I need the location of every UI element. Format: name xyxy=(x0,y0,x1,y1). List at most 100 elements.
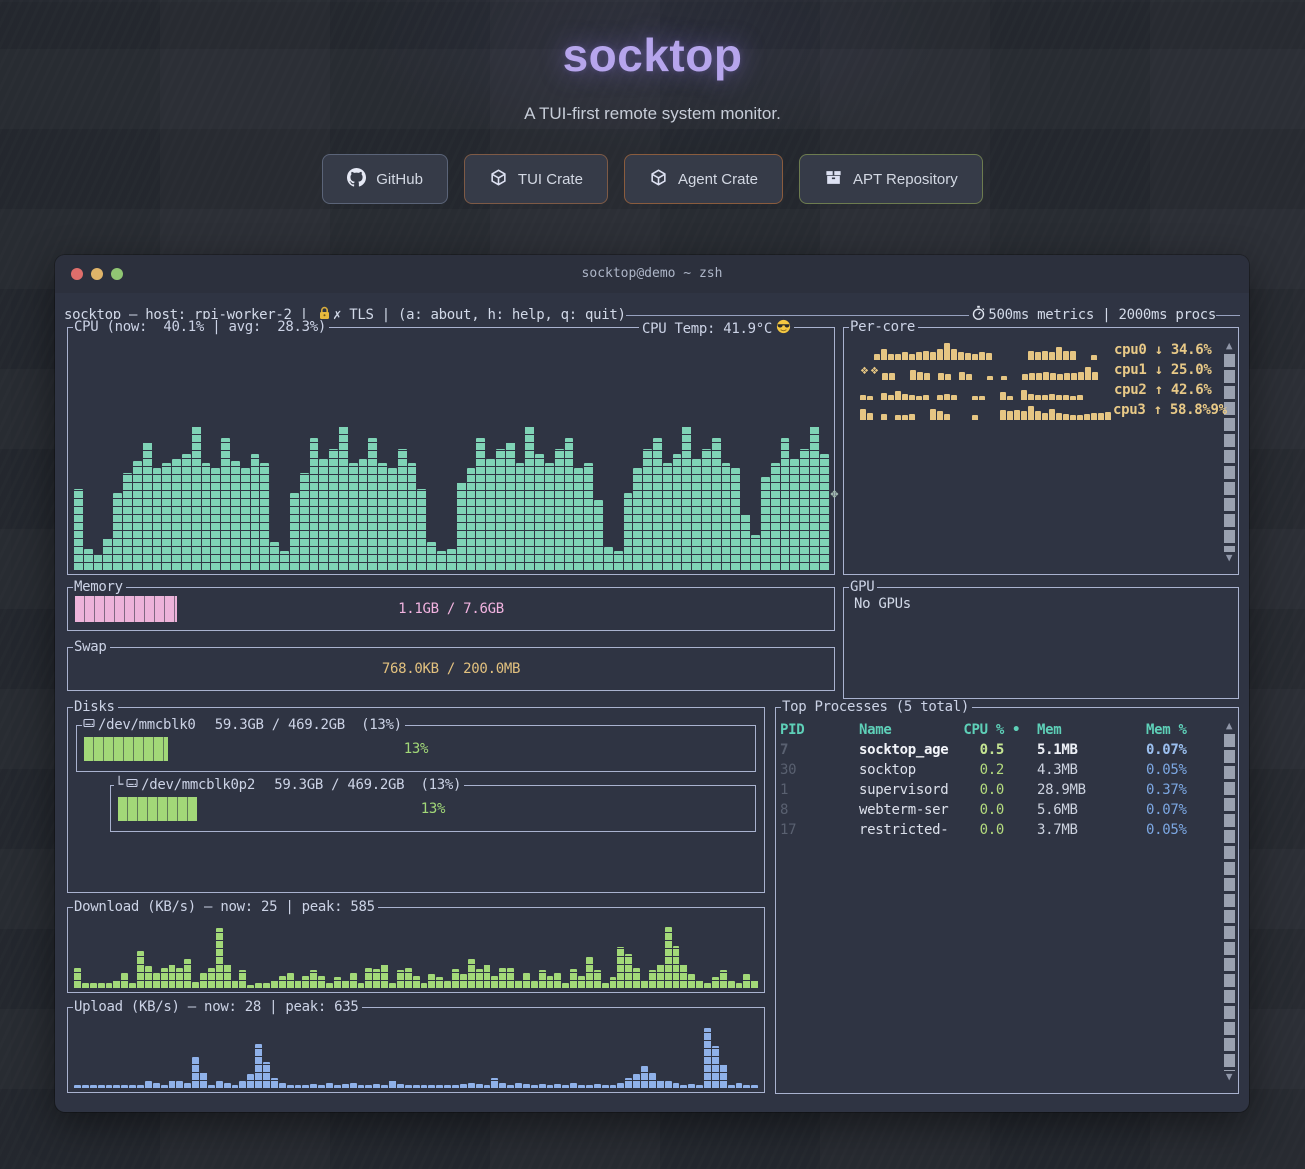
terminal-title: socktop@demo ~ zsh xyxy=(55,255,1249,293)
sparkline-bar xyxy=(959,372,965,380)
chart-bar xyxy=(673,1083,680,1088)
sparkline-bar xyxy=(1091,355,1097,360)
sparkline-bar xyxy=(972,415,978,420)
chart-bar xyxy=(421,1085,428,1088)
sparkline-bar xyxy=(987,376,993,381)
disk-percent-label: 13% xyxy=(84,737,748,761)
chart-bar xyxy=(153,1083,160,1088)
chart-bar xyxy=(271,1078,278,1088)
chart-bar xyxy=(704,983,711,988)
chart-bar xyxy=(302,976,309,988)
sparkline-bar xyxy=(1070,396,1076,401)
chart-bar xyxy=(113,1085,120,1088)
process-row[interactable]: 1supervisord0.028.9MB0.37% xyxy=(780,780,1216,800)
sparkline-bar xyxy=(1035,395,1041,400)
sparkline-bar xyxy=(986,353,992,360)
chart-bar xyxy=(137,951,144,988)
cpu-column-header[interactable]: CPU % xyxy=(959,720,1004,740)
chart-bar xyxy=(123,473,132,570)
chart-bar xyxy=(578,976,585,988)
chart-bar xyxy=(378,463,387,570)
scroll-up-icon[interactable]: ▲ xyxy=(1226,340,1232,354)
apt-repository-button[interactable]: APT Repository xyxy=(799,154,983,204)
chart-bar xyxy=(239,1081,246,1088)
chart-bar xyxy=(663,463,672,570)
chart-bar xyxy=(594,970,601,988)
chart-bar xyxy=(437,551,446,570)
chart-bar xyxy=(712,438,721,570)
terminal-content: socktop — host: rpi-worker-2 | ✗ TLS | (… xyxy=(55,293,1249,1112)
mem-pct-column-header[interactable]: Mem % xyxy=(1146,720,1216,740)
agent-crate-button[interactable]: Agent Crate xyxy=(624,154,783,204)
core-sparkline: ❖❖ xyxy=(860,362,1112,380)
tui-crate-button[interactable]: TUI Crate xyxy=(464,154,608,204)
mem-column-header[interactable]: Mem xyxy=(1037,720,1146,740)
chart-bar xyxy=(722,463,731,570)
chart-bar xyxy=(562,983,569,988)
chart-bar xyxy=(610,1085,617,1088)
chart-bar xyxy=(247,1074,254,1088)
chart-bar xyxy=(673,946,680,988)
chart-bar xyxy=(696,980,703,988)
chart-bar xyxy=(182,454,191,570)
process-cell: socktop xyxy=(859,760,959,780)
process-cell: 0.07% xyxy=(1146,800,1216,820)
chart-bar xyxy=(216,928,223,988)
chart-bar xyxy=(255,983,262,988)
process-row[interactable]: 17restricted-0.03.7MB0.05% xyxy=(780,820,1216,840)
github-button[interactable]: GitHub xyxy=(322,154,448,204)
chart-bar xyxy=(161,968,168,988)
per-core-scrollbar[interactable]: ▲ ▼ xyxy=(1222,340,1236,566)
process-row[interactable]: 8webterm-ser0.05.6MB0.07% xyxy=(780,800,1216,820)
chart-bar xyxy=(287,973,294,988)
name-column-header[interactable]: Name xyxy=(859,720,959,740)
chart-bar xyxy=(145,966,152,988)
pid-column-header[interactable]: PID xyxy=(780,720,859,740)
chart-bar xyxy=(467,468,476,570)
scrollbar-track[interactable] xyxy=(1224,734,1235,1071)
sparkline-bar xyxy=(1063,414,1069,420)
scroll-down-icon[interactable]: ▼ xyxy=(1226,1071,1232,1085)
sparkline-bar xyxy=(909,414,915,420)
process-cell: 0.07% xyxy=(1146,740,1216,760)
chart-bar xyxy=(329,449,338,570)
chart-bar xyxy=(200,1072,207,1088)
scroll-up-icon[interactable]: ▲ xyxy=(1226,720,1232,734)
sparkline-bar xyxy=(916,352,922,360)
upload-panel: Upload (KB/s) — now: 28 | peak: 635 xyxy=(67,1007,765,1093)
sparkline-bar xyxy=(937,349,943,360)
process-cell: restricted- xyxy=(859,820,959,840)
sparkline-bar xyxy=(1021,411,1027,420)
scrollbar-track[interactable] xyxy=(1224,354,1235,552)
chart-bar xyxy=(452,969,459,988)
cpu-temp-label: CPU Temp: 41.9°C xyxy=(639,319,794,338)
sparkline-bar xyxy=(1091,413,1097,420)
chart-bar xyxy=(192,982,199,988)
chart-bar xyxy=(365,968,372,988)
chart-bar xyxy=(113,980,120,988)
chart-bar xyxy=(270,542,279,570)
chart-bar xyxy=(192,1057,199,1088)
chart-bar xyxy=(720,1064,727,1088)
sparkline-bar xyxy=(1007,396,1013,401)
chart-bar xyxy=(342,1084,349,1088)
chart-bar xyxy=(263,983,270,988)
process-cell: socktop_age xyxy=(859,740,959,760)
process-list-scrollbar[interactable]: ▲ ▼ xyxy=(1222,720,1236,1085)
chart-bar xyxy=(350,1083,357,1088)
process-row[interactable]: 7socktop_age0.55.1MB0.07% xyxy=(780,740,1216,760)
process-cell xyxy=(1004,820,1037,840)
process-cell: 3.7MB xyxy=(1037,820,1146,840)
chart-bar xyxy=(349,463,358,570)
chart-bar xyxy=(594,1084,601,1088)
chart-bar xyxy=(641,980,648,988)
sparkline-bar xyxy=(917,372,923,380)
sparkline-bar xyxy=(923,351,929,360)
chart-bar xyxy=(98,983,105,988)
process-row[interactable]: 30socktop0.24.3MB0.05% xyxy=(780,760,1216,780)
chart-bar xyxy=(680,1085,687,1088)
sparkline-bar xyxy=(1071,373,1077,380)
chart-bar xyxy=(302,1085,309,1088)
scroll-down-icon[interactable]: ▼ xyxy=(1226,552,1232,566)
chart-bar xyxy=(617,1083,624,1088)
